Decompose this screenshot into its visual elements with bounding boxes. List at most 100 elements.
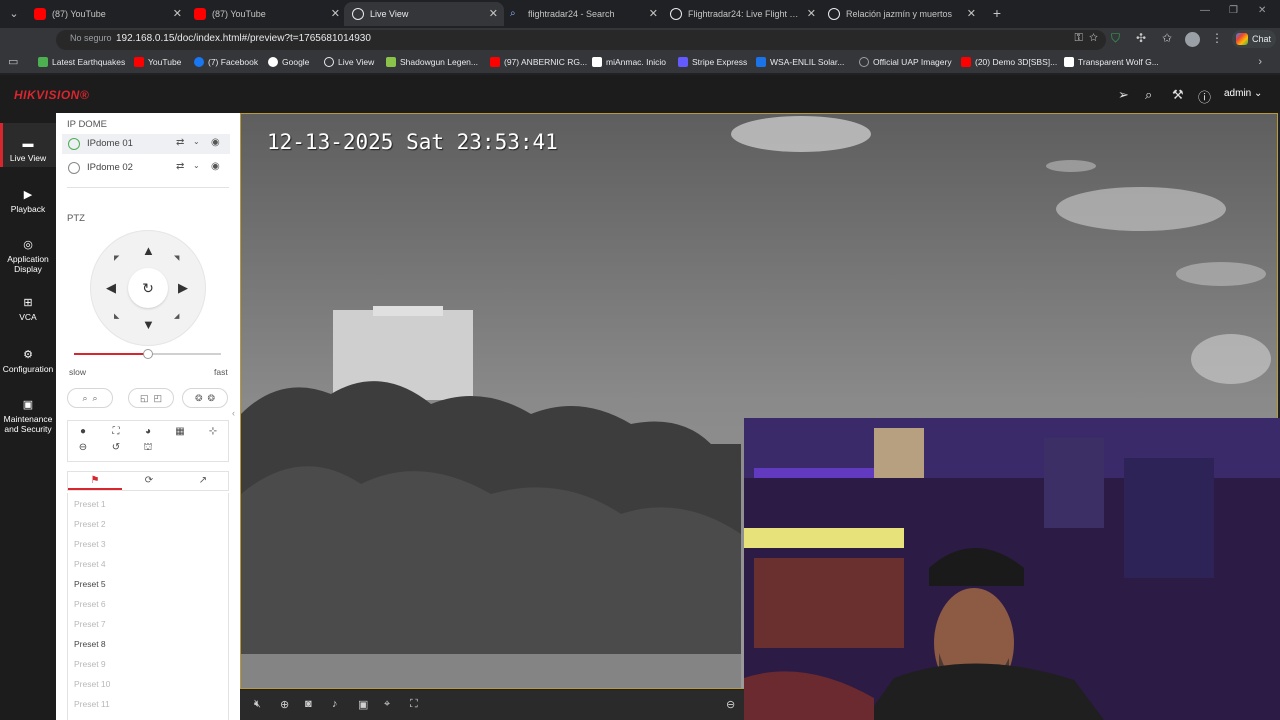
tab-patrols[interactable]: ⟳ <box>122 472 176 490</box>
bookmark[interactable]: (97) ANBERNIC RG... <box>490 57 587 67</box>
browser-tab[interactable]: Flightradar24: Live Flight Tracker - ✕ <box>662 2 822 26</box>
security-indicator[interactable]: No seguro <box>70 33 112 43</box>
record-icon[interactable]: ▣ <box>358 698 368 711</box>
fullscreen-icon[interactable]: ⛶ <box>410 698 418 711</box>
address-bar[interactable]: No seguro 192.168.0.15/doc/index.html#/p… <box>56 30 1106 50</box>
nav-application-display[interactable]: ◎ Application Display <box>0 233 56 281</box>
exit-icon[interactable]: ⊖ <box>726 698 735 711</box>
new-tab-button[interactable]: + <box>988 4 1006 22</box>
bookmark[interactable]: Google <box>268 57 309 67</box>
preset-item[interactable]: Preset 9 <box>74 659 106 669</box>
bookmark[interactable]: (7) Facebook <box>194 57 258 67</box>
profile-avatar[interactable] <box>1185 32 1200 47</box>
bookmark[interactable]: Shadowgun Legen... <box>386 57 478 67</box>
ptz-speed-slider[interactable] <box>74 349 221 359</box>
audio-mute-icon[interactable]: 🔇︎ <box>254 698 261 711</box>
zoom-out-icon[interactable]: ⊖ <box>76 442 90 453</box>
bookmark[interactable]: Official UAP Imagery <box>859 57 952 67</box>
zoom-in-icon[interactable]: ⌕ <box>93 393 98 403</box>
search-icon[interactable]: ⌕ <box>1145 87 1152 103</box>
park-icon[interactable]: ⛫ <box>141 442 155 455</box>
preset-item[interactable]: Preset 10 <box>74 679 110 689</box>
close-icon[interactable]: ✕ <box>489 2 498 26</box>
more-menu-icon[interactable]: ⋮ <box>1211 31 1223 45</box>
close-icon[interactable]: ✕ <box>331 2 340 26</box>
iris-close-icon[interactable]: ❂ <box>208 393 216 403</box>
ptz-up-button[interactable]: ▲ <box>142 244 155 257</box>
ptz-down-left-button[interactable]: ◣ <box>114 312 119 320</box>
record-icon[interactable]: ◉ <box>211 161 220 172</box>
minimize-icon[interactable]: — <box>1200 5 1210 16</box>
browser-tab[interactable]: Relación jazmín y muertos ✕ <box>820 2 982 26</box>
bookmark[interactable]: YouTube <box>134 57 181 67</box>
tab-presets[interactable]: ⚑ <box>68 472 122 490</box>
nav-vca[interactable]: ⊞ VCA <box>0 293 56 333</box>
bookmark[interactable]: Live View <box>324 57 374 67</box>
close-icon[interactable]: ✕ <box>649 2 658 26</box>
stream-type-icon[interactable]: ⇄ <box>176 161 184 172</box>
bookmark[interactable]: WSA-ENLIL Solar... <box>756 57 844 67</box>
ptz-down-right-button[interactable]: ◢ <box>174 312 179 320</box>
record-icon[interactable]: ◉ <box>211 137 220 148</box>
bookmark[interactable]: (20) Demo 3D[SBS]... <box>961 57 1057 67</box>
reset-icon[interactable]: ↺ <box>109 442 123 453</box>
send-icon[interactable]: ➢ <box>1118 87 1129 103</box>
tools-icon[interactable]: ⚒ <box>1172 87 1184 103</box>
nav-live-view[interactable]: ▬ Live View <box>0 123 56 167</box>
preset-item[interactable]: Preset 2 <box>74 519 106 529</box>
window-close-icon[interactable]: ✕ <box>1258 5 1266 16</box>
collapse-panel-icon[interactable]: ‹ <box>232 408 235 418</box>
close-icon[interactable]: ✕ <box>807 2 816 26</box>
iris-open-icon[interactable]: ❂ <box>195 393 203 403</box>
bookmark-star-icon[interactable]: ☆ <box>1089 32 1098 44</box>
url-text[interactable]: 192.168.0.15/doc/index.html#/preview?t=1… <box>116 33 371 44</box>
info-icon[interactable]: ⓘ <box>1198 87 1211 106</box>
close-icon[interactable]: ✕ <box>173 2 182 26</box>
browser-tab[interactable]: ⌕ flightradar24 - Search ✕ <box>502 2 664 26</box>
light-icon[interactable]: ● <box>76 426 90 437</box>
favorites-icon[interactable]: ✩ <box>1162 31 1172 45</box>
key-icon[interactable]: ⚿ <box>1075 32 1083 44</box>
tracking-icon[interactable]: ⊹ <box>206 426 220 437</box>
nav-configuration[interactable]: ⚙ Configuration <box>0 345 56 385</box>
microphone-icon[interactable]: ♪ <box>332 698 338 710</box>
shield-extension-icon[interactable]: ⛉ <box>1111 31 1120 46</box>
auto-focus-icon[interactable]: ◕ <box>141 426 155 437</box>
ptz-left-button[interactable]: ◀ <box>106 281 116 294</box>
preset-item[interactable]: Preset 1 <box>74 499 106 509</box>
wiper-icon[interactable]: ⛶ <box>109 426 123 437</box>
bookmark[interactable]: Latest Earthquakes <box>38 57 125 67</box>
preset-item[interactable]: Preset 6 <box>74 599 106 609</box>
nav-playback[interactable]: ▶ Playback <box>0 179 56 223</box>
chat-button[interactable]: Chat <box>1232 30 1276 48</box>
preset-item[interactable]: Preset 3 <box>74 539 106 549</box>
extensions-icon[interactable]: ✣ <box>1136 31 1146 45</box>
ptz-up-left-button[interactable]: ◤ <box>114 254 119 262</box>
zoom-out-icon[interactable]: ⌕ <box>82 393 87 403</box>
browser-tab[interactable]: (87) YouTube ✕ <box>186 2 346 26</box>
preset-item[interactable]: Preset 5 <box>74 579 106 589</box>
camera-item-ipdome-02[interactable]: IPdome 02 ⇄ ⌄ ◉ <box>62 158 230 178</box>
bookmark[interactable]: miAnmac. Inicio <box>592 57 666 67</box>
focus-near-icon[interactable]: ◱ <box>140 393 149 403</box>
stream-type-icon[interactable]: ⇄ <box>176 137 184 148</box>
preset-item[interactable]: Preset 8 <box>74 639 106 649</box>
preset-item[interactable]: Preset 4 <box>74 559 106 569</box>
grid-icon[interactable]: ▦ <box>173 426 187 437</box>
3d-positioning-icon[interactable]: ⌖ <box>384 698 390 711</box>
capture-icon[interactable]: ◙ <box>305 698 312 710</box>
reading-list-icon[interactable]: ▭ <box>8 55 18 68</box>
digital-zoom-icon[interactable]: ⊕ <box>280 698 289 711</box>
maximize-icon[interactable]: ❐ <box>1229 5 1238 16</box>
ptz-down-button[interactable]: ▼ <box>142 318 155 331</box>
bookmark[interactable]: Transparent Wolf G... <box>1064 57 1159 67</box>
close-icon[interactable]: ✕ <box>967 2 976 26</box>
chevron-down-icon[interactable]: ⌄ <box>193 137 200 146</box>
speed-slider-handle[interactable] <box>142 349 153 359</box>
user-menu[interactable]: admin ⌄ <box>1224 88 1262 99</box>
chevron-down-icon[interactable]: ⌄ <box>193 161 200 170</box>
focus-far-icon[interactable]: ◰ <box>154 393 163 403</box>
bookmark[interactable]: Stripe Express <box>678 57 747 67</box>
tab-search-menu-icon[interactable]: ⌄ <box>6 6 22 22</box>
ptz-right-button[interactable]: ▶ <box>178 281 188 294</box>
